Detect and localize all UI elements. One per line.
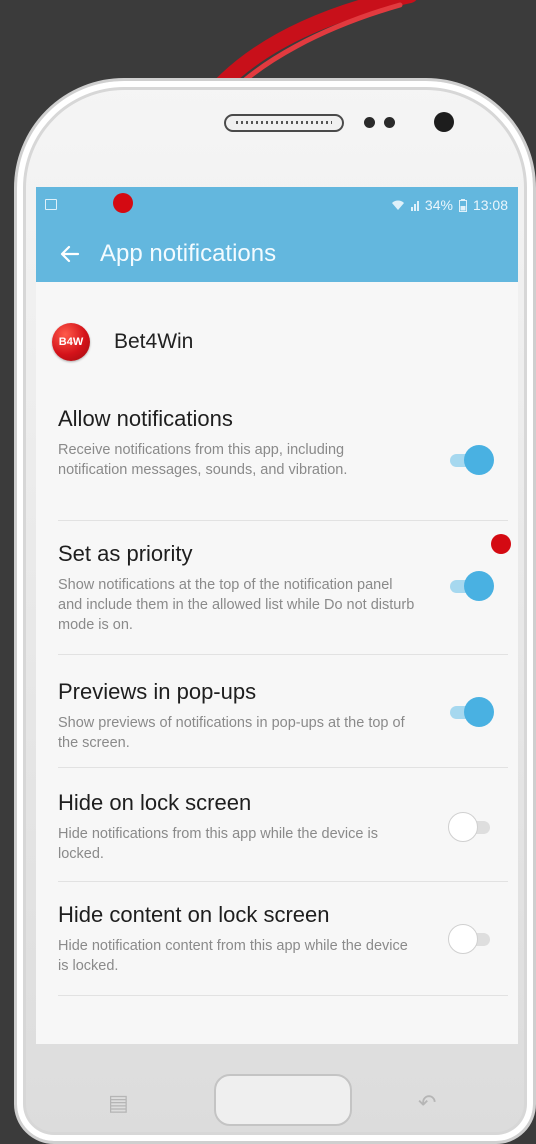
recents-key-icon[interactable]: ▤ xyxy=(108,1090,129,1116)
setting-description: Hide notification content from this app … xyxy=(58,938,408,974)
setting-description: Receive notifications from this app, inc… xyxy=(58,442,348,478)
toggle-thumb xyxy=(448,812,478,842)
setting-set-as-priority[interactable]: Set as priority Show notifications at th… xyxy=(36,541,518,656)
setting-title: Hide content on lock screen xyxy=(58,902,330,927)
setting-previews-in-pop-ups[interactable]: Previews in pop-ups Show previews of not… xyxy=(36,679,518,769)
divider xyxy=(58,520,508,521)
battery-icon xyxy=(458,198,467,212)
screen: 34% 13:08 App notifications B4W Bet4Win … xyxy=(36,187,518,1044)
app-bar: App notifications xyxy=(36,225,518,282)
allow-notifications-toggle[interactable] xyxy=(448,445,494,475)
divider xyxy=(58,654,508,655)
setting-title: Allow notifications xyxy=(58,406,233,431)
divider xyxy=(58,767,508,768)
hide-content-on-lock-screen-toggle[interactable] xyxy=(448,924,494,954)
app-logo-icon: B4W xyxy=(52,323,90,361)
setting-allow-notifications[interactable]: Allow notifications Receive notification… xyxy=(36,406,518,521)
clock: 13:08 xyxy=(472,197,508,213)
marker-dot xyxy=(491,534,511,554)
status-bar: 34% 13:08 xyxy=(36,187,518,225)
divider xyxy=(58,995,508,996)
back-key-icon[interactable]: ↶ xyxy=(418,1090,436,1116)
arrow-left-icon[interactable] xyxy=(58,243,80,265)
light-sensor xyxy=(384,117,395,128)
setting-description: Show previews of notifications in pop-up… xyxy=(58,715,405,751)
setting-title: Previews in pop-ups xyxy=(58,679,257,704)
toggle-thumb xyxy=(464,445,494,475)
toggle-thumb xyxy=(464,697,494,727)
toggle-thumb xyxy=(464,571,494,601)
hide-on-lock-screen-toggle[interactable] xyxy=(448,812,494,842)
divider xyxy=(58,881,508,882)
front-camera xyxy=(434,112,454,132)
gallery-notification-icon xyxy=(45,199,57,210)
app-name: Bet4Win xyxy=(114,330,194,353)
earpiece-speaker xyxy=(224,114,344,132)
setting-description: Hide notifications from this app while t… xyxy=(58,826,378,862)
setting-description: Show notifications at the top of the not… xyxy=(58,577,415,633)
proximity-sensor xyxy=(364,117,375,128)
app-header: B4W Bet4Win xyxy=(36,314,518,370)
setting-hide-on-lock-screen[interactable]: Hide on lock screen Hide notifications f… xyxy=(36,790,518,880)
battery-percent: 34% xyxy=(424,197,453,213)
toggle-thumb xyxy=(448,924,478,954)
setting-title: Set as priority xyxy=(58,541,193,566)
page-title: App notifications xyxy=(100,239,277,267)
set-as-priority-toggle[interactable] xyxy=(448,571,494,601)
setting-hide-content-on-lock-screen[interactable]: Hide content on lock screen Hide notific… xyxy=(36,902,518,992)
setting-title: Hide on lock screen xyxy=(58,790,252,815)
marker-dot xyxy=(113,193,133,213)
previews-in-pop-ups-toggle[interactable] xyxy=(448,697,494,727)
home-button[interactable] xyxy=(214,1074,352,1126)
signal-icon xyxy=(410,199,419,211)
wifi-icon xyxy=(391,200,404,210)
status-indicators: 34% 13:08 xyxy=(391,197,508,213)
